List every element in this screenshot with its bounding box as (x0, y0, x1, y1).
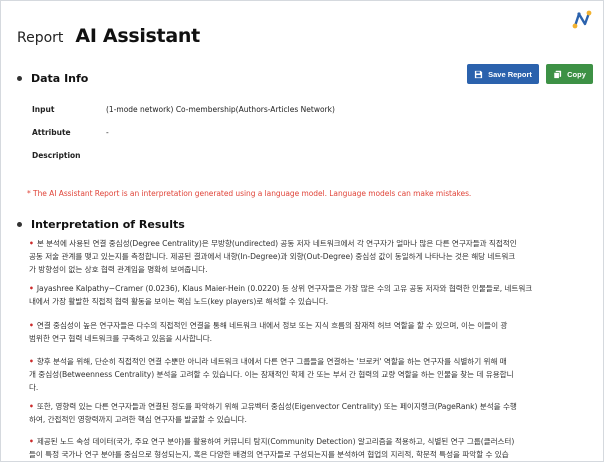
interpretation-paragraph: • 향후 분석을 위해, 단순히 직접적인 연결 수뿐만 아니라 네트워크 내에서… (29, 355, 589, 395)
paragraph-bullet: • (29, 284, 34, 293)
info-label: Description (32, 151, 81, 160)
interpretation-paragraph: • Jayashree Kalpathy−Cramer (0.0236), Kla… (29, 282, 589, 308)
paragraph-line: 가 방향성이 없는 상호 협력 관계임을 명확히 보여줍니다. (29, 265, 208, 275)
paragraph-line: 범위한 연구 협력 네트워크를 구축하고 있음을 시사합니다. (29, 334, 213, 344)
paragraph-line: 또한, 영향력 있는 다른 연구자들과 연결된 정도를 파악하기 위해 고유벡터… (36, 402, 517, 411)
paragraph-line: 본 분석에 사용된 연결 중심성(Degree Centrality)은 무방향… (36, 239, 517, 248)
save-report-label: Save Report (488, 69, 532, 79)
paragraph-line: Jayashree Kalpathy−Cramer (0.0236), Klau… (36, 284, 533, 293)
paragraph-line: 개 중심성(Betweenness Centrality) 분석을 고려할 수 … (29, 370, 514, 380)
paragraph-line: 들이 특정 국가나 연구 분야를 중심으로 형성되는지, 혹은 다양한 배경의 … (29, 450, 509, 460)
paragraph-bullet: • (29, 402, 34, 411)
page-header: Report AI Assistant (17, 25, 200, 47)
info-value: - (106, 128, 109, 137)
paragraph-line: 향후 분석을 위해, 단순히 직접적인 연결 수뿐만 아니라 네트워크 내에서 … (36, 357, 507, 366)
info-value: (1-mode network) Co-membership(Authors-A… (106, 105, 335, 114)
interpretation-heading: Interpretation of Results (17, 218, 185, 231)
info-label: Input (32, 105, 55, 114)
report-window: Report AI Assistant Data Info Save Repor… (0, 0, 604, 462)
paragraph-line: 내에서 가장 활발한 직접적 협력 활동을 보이는 핵심 노드(key play… (29, 297, 329, 307)
report-label: Report (17, 30, 64, 46)
interpretation-heading-text: Interpretation of Results (31, 218, 185, 231)
copy-label: Copy (567, 69, 586, 79)
interpretation-paragraph: • 제공된 노드 속성 데이터(국가, 주요 연구 분야)를 활용하여 커뮤니티 … (29, 435, 589, 461)
paragraph-bullet: • (29, 357, 34, 366)
brand-logo-icon (572, 10, 592, 29)
paragraph-line: 제공된 노드 속성 데이터(국가, 주요 연구 분야)를 활용하여 커뮤니티 탐… (36, 437, 515, 446)
page-title: AI Assistant (75, 25, 200, 47)
interpretation-paragraph: • 또한, 영향력 있는 다른 연구자들과 연결된 정도를 파악하기 위해 고유벡… (29, 400, 589, 426)
paragraph-line: 다. (29, 383, 39, 393)
save-report-button[interactable]: Save Report (467, 64, 539, 84)
interpretation-paragraph: • 본 분석에 사용된 연결 중심성(Degree Centrality)은 무방… (29, 237, 589, 277)
info-row-input: Input (1-mode network) Co-membership(Aut… (32, 105, 335, 114)
info-row-description: Description (32, 151, 106, 160)
copy-button[interactable]: Copy (546, 64, 593, 84)
info-row-attribute: Attribute - (32, 128, 109, 137)
section-bullet (17, 222, 22, 227)
paragraph-bullet: • (29, 239, 34, 248)
copy-icon (553, 70, 562, 79)
paragraph-bullet: • (29, 321, 34, 330)
save-icon (475, 70, 483, 78)
interpretation-paragraph: • 연결 중심성이 높은 연구자들은 다수의 직접적인 연결을 통해 네트워크 내… (29, 319, 589, 345)
disclaimer-notice: * The AI Assistant Report is an interpre… (27, 189, 472, 198)
data-info-heading: Data Info (17, 72, 88, 85)
paragraph-bullet: • (29, 437, 34, 446)
section-bullet (17, 76, 22, 81)
paragraph-line: 공동 저술 관계를 맺고 있는지를 측정합니다. 제공된 결과에서 내향(In-… (29, 252, 516, 262)
info-label: Attribute (32, 128, 71, 137)
data-info-heading-text: Data Info (31, 72, 89, 85)
paragraph-line: 하여, 간접적인 영향력까지 고려한 핵심 연구자를 발굴할 수 있습니다. (29, 415, 247, 425)
paragraph-line: 연결 중심성이 높은 연구자들은 다수의 직접적인 연결을 통해 네트워크 내에… (36, 321, 508, 330)
